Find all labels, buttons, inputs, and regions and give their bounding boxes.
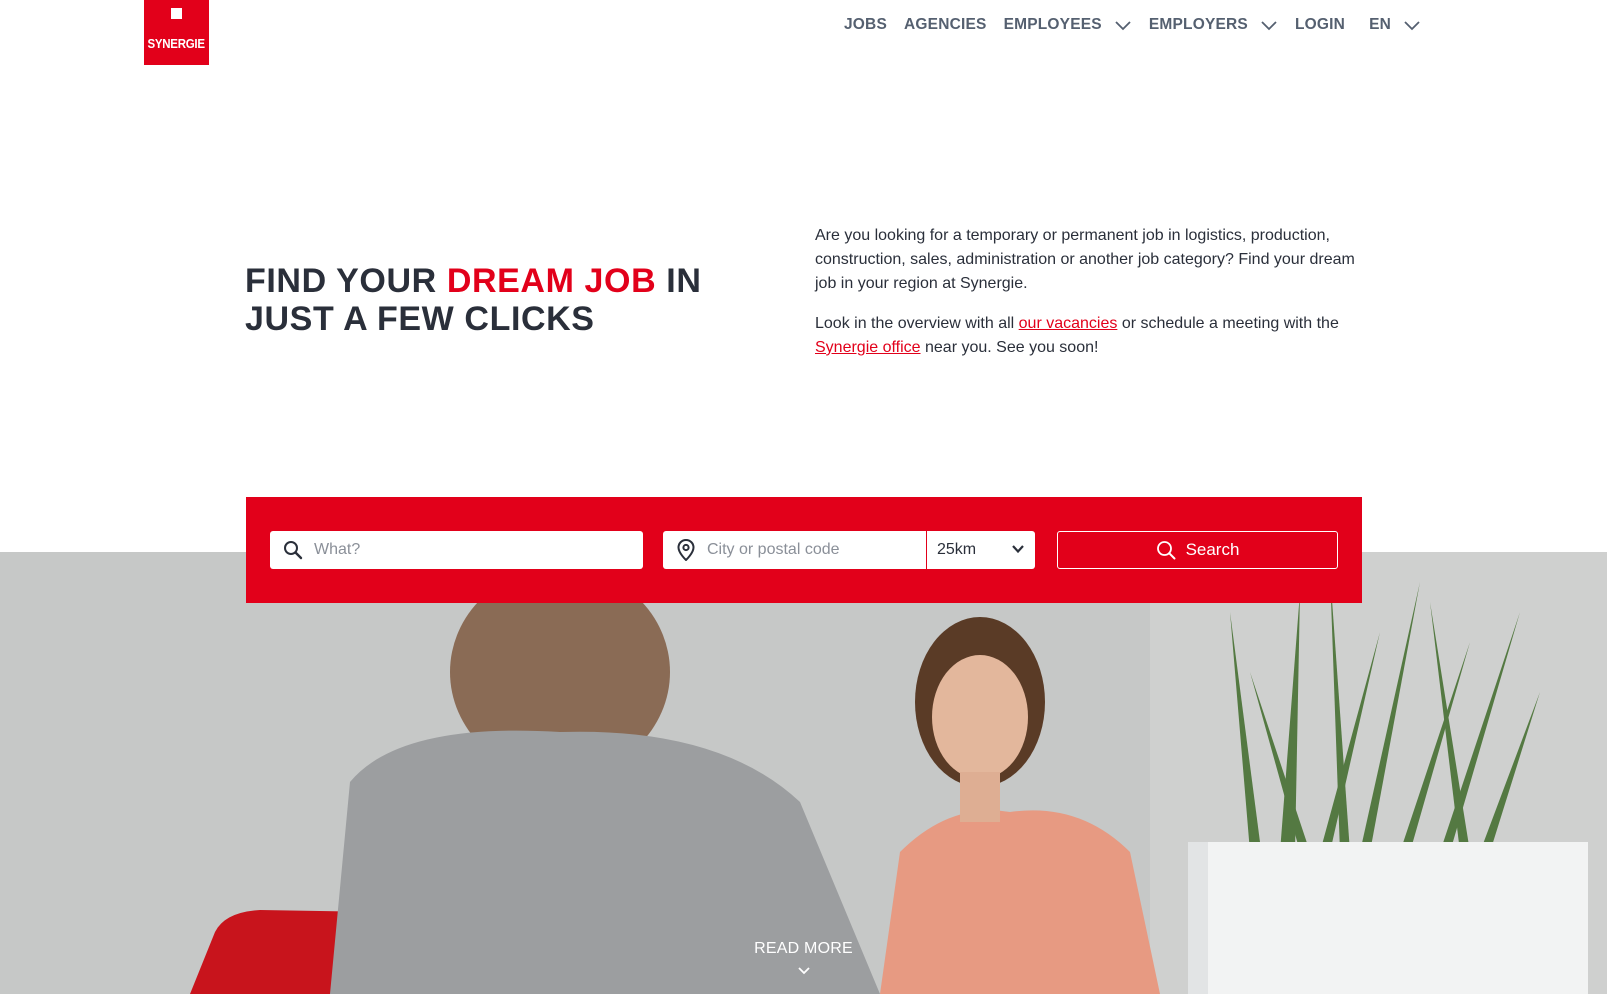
chevron-down-icon [1260,19,1278,31]
radius-value: 25km [937,541,977,558]
intro-text-after: near you. See you soon! [920,339,1099,356]
chevron-down-icon [1011,541,1025,559]
title-part1: FIND YOUR [245,262,447,300]
intro-text: Are you looking for a temporary or perma… [815,224,1355,376]
nav-employees-label: EMPLOYEES [1003,16,1102,33]
nav-employers-label: EMPLOYERS [1148,16,1248,33]
title-accent: DREAM JOB [446,262,657,300]
page-title: FIND YOUR DREAM JOB IN JUST A FEW CLICKS [245,262,765,338]
vacancies-link[interactable]: our vacancies [1019,315,1118,332]
read-more-label: READ MORE [754,940,853,957]
job-search-bar: 25km Search [246,497,1362,603]
chevron-down-icon [1403,19,1421,31]
search-button-label: Search [1185,540,1240,559]
chevron-down-icon [797,962,811,980]
nav-login-label: LOGIN [1294,16,1346,33]
logo-square [171,8,182,19]
language-label: EN [1369,16,1391,33]
language-selector[interactable]: EN [1369,14,1421,36]
location-field[interactable] [663,531,926,569]
chevron-down-icon [1114,19,1132,31]
location-input[interactable] [707,541,926,559]
main-navigation: JOBS AGENCIES EMPLOYEES EMPLOYERS LOGIN … [827,14,1421,36]
intro-text-before: Look in the overview with all [815,315,1019,332]
radius-select[interactable]: 25km [927,531,1035,569]
nav-agencies-label: AGENCIES [904,16,987,33]
office-link[interactable]: Synergie office [815,339,921,356]
read-more[interactable]: READ MORE [0,940,1607,980]
nav-employees[interactable]: EMPLOYEES [1004,14,1132,36]
map-pin-icon [675,539,697,561]
nav-jobs-label: JOBS [843,16,887,33]
what-field[interactable] [270,531,643,569]
nav-employers[interactable]: EMPLOYERS [1149,14,1278,36]
nav-login[interactable]: LOGIN [1295,14,1345,36]
nav-jobs[interactable]: JOBS [844,14,887,36]
search-button[interactable]: Search [1057,531,1338,569]
logo-text: SYNERGIE [147,37,206,51]
synergie-logo[interactable]: SYNERGIE [144,0,209,65]
hero-photo [0,552,1607,994]
nav-agencies[interactable]: AGENCIES [904,14,987,36]
intro-paragraph-1: Are you looking for a temporary or perma… [815,227,1355,292]
search-icon [282,539,304,561]
intro-text-middle: or schedule a meeting with the [1117,315,1339,332]
intro-paragraph-2: Look in the overview with all our vacanc… [815,312,1355,360]
what-input[interactable] [314,541,643,559]
search-icon [1156,540,1176,560]
